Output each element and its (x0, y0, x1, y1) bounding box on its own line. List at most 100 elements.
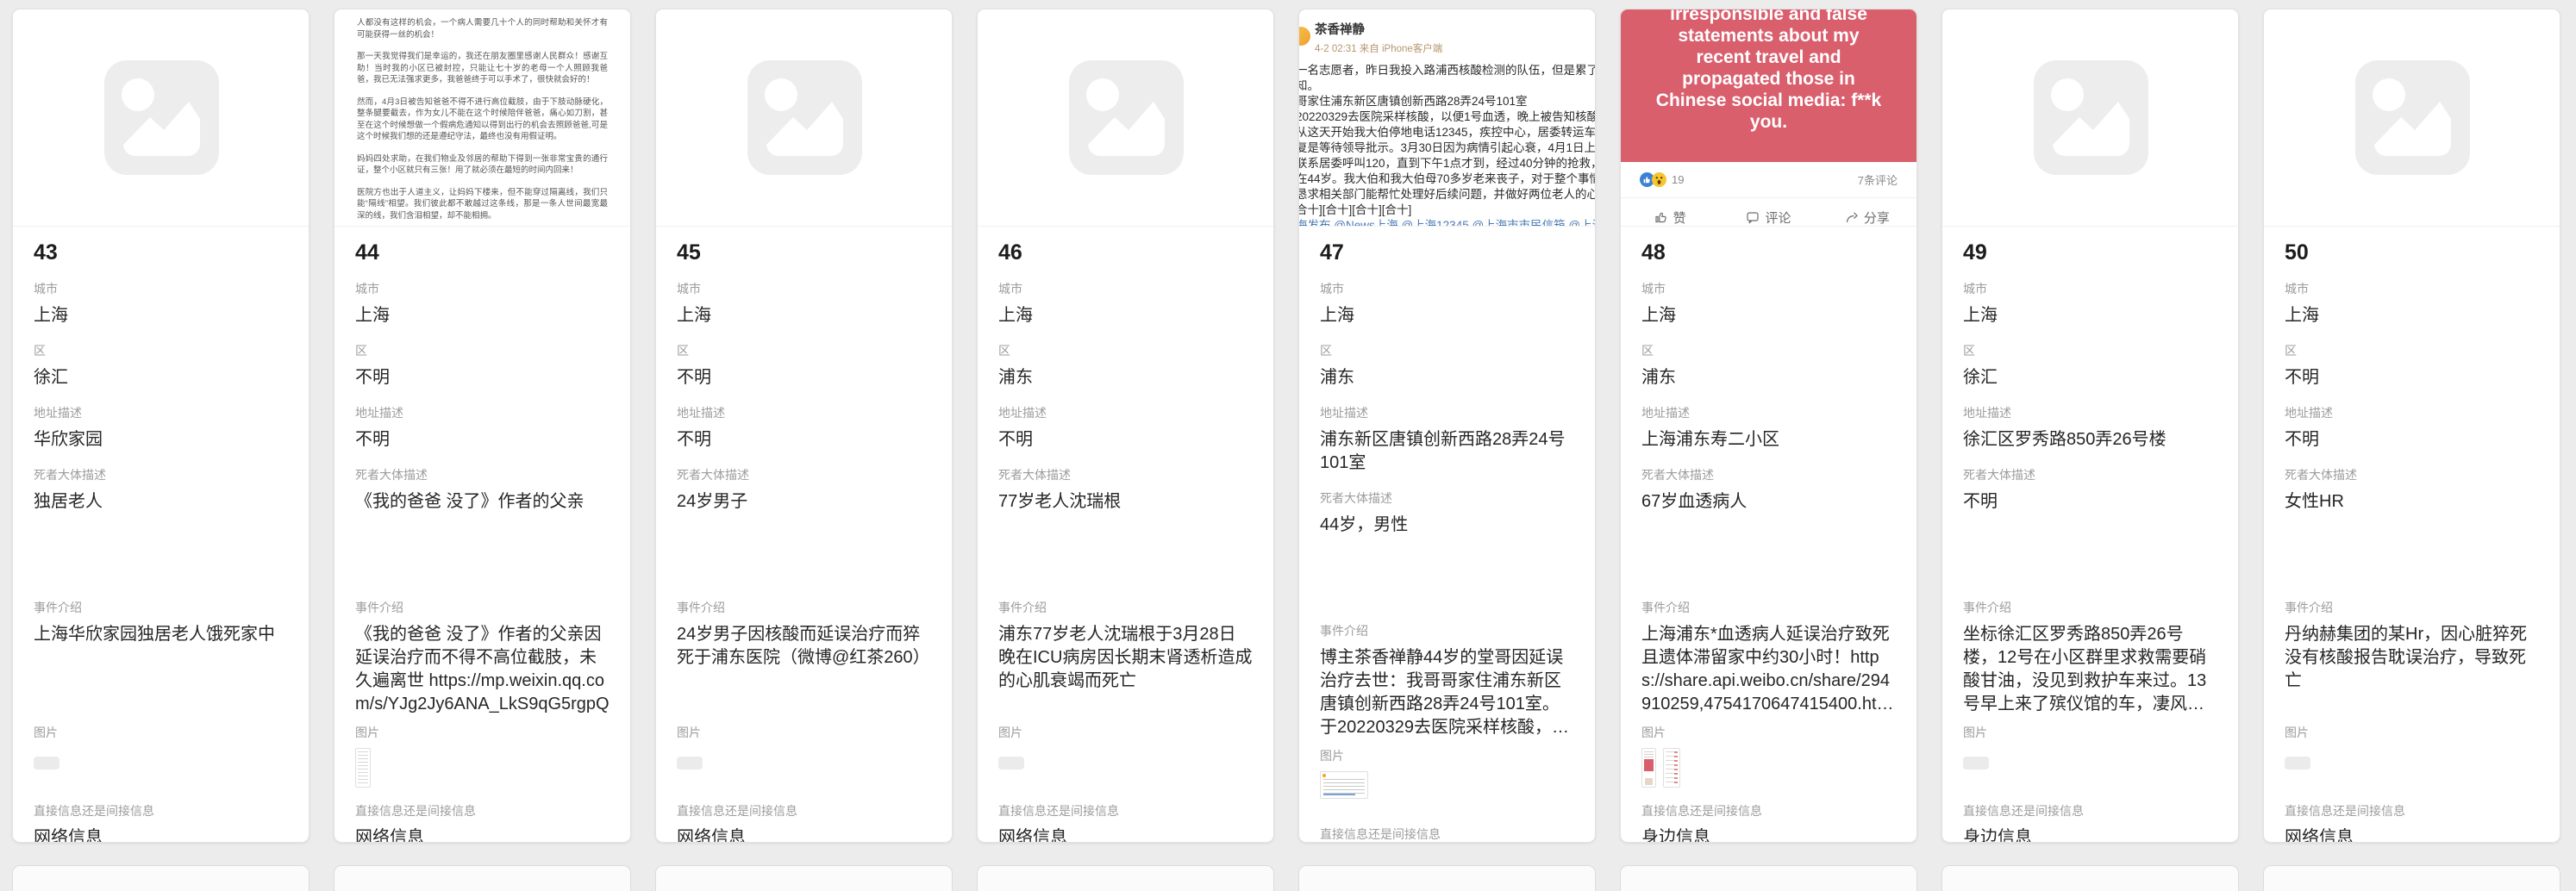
field-address: 地址描述上海浦东寿二小区 (1641, 405, 1896, 452)
record-card-48[interactable]: irresponsible and falsestatements about … (1620, 9, 1917, 843)
city-value: 上海 (677, 304, 931, 327)
comment-button[interactable]: 评论 (1719, 198, 1817, 227)
field-label-event: 事件介绍 (1641, 600, 1896, 616)
record-card-45[interactable]: 45 城市上海 区不明 地址描述不明 死者大体描述24岁男子 事件介绍24岁男子… (655, 9, 953, 843)
card-cover[interactable] (2264, 9, 2560, 227)
comment-count[interactable]: 7条评论 (1858, 171, 1898, 188)
field-label-direct: 直接信息还是间接信息 (355, 803, 610, 819)
field-district: 区徐汇 (34, 343, 288, 389)
image-thumbnail[interactable] (1320, 771, 1368, 799)
record-number: 49 (1963, 240, 2217, 265)
record-card-partial[interactable] (2263, 865, 2560, 891)
field-label-address: 地址描述 (2285, 405, 2539, 421)
field-label-deceased: 死者大体描述 (1641, 467, 1896, 483)
field-event: 事件介绍博主茶香禅静44岁的堂哥因延误治疗去世：我哥哥家住浦东新区唐镇创新西路2… (1320, 623, 1574, 739)
field-label-address: 地址描述 (677, 405, 931, 421)
event-value: 《我的爸爸 没了》作者的父亲因延误治疗而不得不高位截肢，未久遍离世 https:… (355, 623, 610, 716)
image-thumbnail[interactable] (2285, 757, 2310, 770)
address-value: 不明 (998, 428, 1253, 452)
city-value: 上海 (998, 304, 1253, 327)
city-value: 上海 (1641, 304, 1896, 327)
weibo-post-text: 一名志愿者，昨日我投入路浦西核酸检测的队伍，但是累了一天后晚上接知。哥家住浦东新… (1299, 63, 1595, 218)
field-address: 地址描述不明 (677, 405, 931, 452)
field-event: 事件介绍《我的爸爸 没了》作者的父亲因延误治疗而不得不高位截肢，未久遍离世 ht… (355, 600, 610, 716)
field-label-image: 图片 (34, 725, 288, 741)
card-cover[interactable] (656, 9, 952, 227)
field-label-address: 地址描述 (998, 405, 1253, 421)
field-event: 事件介绍浦东77岁老人沈瑞根于3月28日晚在ICU病房因长期末肾透析造成的心肌衰… (998, 600, 1253, 716)
record-card-50[interactable]: 50 城市上海 区不明 地址描述不明 死者大体描述女性HR 事件介绍丹纳赫集团的… (2263, 9, 2560, 843)
record-card-43[interactable]: 43 城市上海 区徐汇 地址描述华欣家园 死者大体描述独居老人 事件介绍上海华欣… (12, 9, 309, 843)
record-card-partial[interactable] (977, 865, 1274, 891)
image-thumbnail[interactable] (1963, 757, 1989, 770)
card-cover[interactable] (1942, 9, 2238, 227)
event-value: 丹纳赫集团的某Hr，因心脏猝死没有核酸报告耽误治疗，导致死亡 (2285, 623, 2539, 716)
field-label-image: 图片 (1320, 748, 1574, 764)
deceased-value: 44岁，男性 (1320, 514, 1574, 537)
field-direct: 直接信息还是间接信息身边信息 (1641, 803, 1896, 843)
city-value: 上海 (34, 304, 288, 327)
field-label-direct: 直接信息还是间接信息 (677, 803, 931, 819)
image-thumbnails (2285, 748, 2539, 789)
city-value: 上海 (355, 304, 610, 327)
gallery-board: 43 城市上海 区徐汇 地址描述华欣家园 死者大体描述独居老人 事件介绍上海华欣… (12, 9, 2560, 843)
image-thumbnails (998, 748, 1253, 789)
record-card-partial[interactable] (1298, 865, 1596, 891)
record-number: 45 (677, 240, 931, 265)
image-thumbnail[interactable] (998, 757, 1024, 770)
field-label-city: 城市 (1320, 281, 1574, 297)
image-thumbnail[interactable] (1641, 748, 1656, 788)
direct-value: 网络信息 (677, 826, 931, 843)
card-cover[interactable]: 人都没有这样的机会，一个病人需要几十个人的同时帮助和关怀才有可能获得一丝的机会！… (335, 9, 630, 227)
deceased-value: 67岁血透病人 (1641, 490, 1896, 514)
record-card-partial[interactable] (1620, 865, 1917, 891)
record-card-partial[interactable] (655, 865, 953, 891)
card-cover[interactable] (978, 9, 1273, 227)
record-number: 44 (355, 240, 610, 265)
record-card-47[interactable]: 茶香禅静 4-2 02:31 来自 iPhone客户端 一名志愿者，昨日我投入路… (1298, 9, 1596, 843)
image-thumbnails (1641, 748, 1896, 789)
field-label-deceased: 死者大体描述 (34, 467, 288, 483)
record-card-46[interactable]: 46 城市上海 区浦东 地址描述不明 死者大体描述77岁老人沈瑞根 事件介绍浦东… (977, 9, 1274, 843)
image-placeholder-icon (1069, 60, 1184, 175)
record-card-44[interactable]: 人都没有这样的机会，一个病人需要几十个人的同时帮助和关怀才有可能获得一丝的机会！… (334, 9, 631, 843)
field-district: 区不明 (677, 343, 931, 389)
next-row-cards (12, 865, 2560, 891)
field-label-event: 事件介绍 (998, 600, 1253, 616)
field-label-deceased: 死者大体描述 (1963, 467, 2217, 483)
record-card-partial[interactable] (334, 865, 631, 891)
image-thumbnail[interactable] (677, 757, 703, 770)
field-district: 区浦东 (1320, 343, 1574, 389)
field-label-district: 区 (355, 343, 610, 359)
field-label-direct: 直接信息还是间接信息 (34, 803, 288, 819)
field-district: 区浦东 (998, 343, 1253, 389)
district-value: 浦东 (998, 366, 1253, 389)
like-button[interactable]: 赞 (1621, 198, 1719, 227)
card-cover-social-screenshot[interactable]: irresponsible and falsestatements about … (1621, 9, 1916, 227)
image-thumbnail[interactable] (1663, 748, 1680, 788)
record-card-partial[interactable] (12, 865, 309, 891)
field-deceased: 死者大体描述女性HR (2285, 467, 2539, 514)
event-value: 上海浦东*血透病人延误治疗致死且遗体滞留家中约30小时！https://shar… (1641, 623, 1896, 716)
record-card-49[interactable]: 49 城市上海 区徐汇 地址描述徐汇区罗秀路850弄26号楼 死者大体描述不明 … (1941, 9, 2239, 843)
card-cover-weibo-screenshot[interactable]: 茶香禅静 4-2 02:31 来自 iPhone客户端 一名志愿者，昨日我投入路… (1299, 9, 1595, 227)
share-button[interactable]: 分享 (1818, 198, 1916, 227)
field-label-deceased: 死者大体描述 (998, 467, 1253, 483)
field-label-district: 区 (998, 343, 1253, 359)
image-thumbnail[interactable] (34, 757, 59, 770)
card-cover[interactable] (13, 9, 309, 227)
district-value: 浦东 (1641, 366, 1896, 389)
field-district: 区不明 (2285, 343, 2539, 389)
image-thumbnails (34, 748, 288, 789)
field-address: 地址描述华欣家园 (34, 405, 288, 452)
record-card-partial[interactable] (1941, 865, 2239, 891)
district-value: 不明 (2285, 366, 2539, 389)
field-label-city: 城市 (998, 281, 1253, 297)
district-value: 徐汇 (1963, 366, 2217, 389)
image-thumbnails (1963, 748, 2217, 789)
field-deceased: 死者大体描述不明 (1963, 467, 2217, 514)
image-thumbnail[interactable] (355, 748, 371, 788)
direct-value: 身边信息 (1963, 826, 2217, 843)
record-number: 48 (1641, 240, 1896, 265)
event-value: 博主茶香禅静44岁的堂哥因延误治疗去世：我哥哥家住浦东新区唐镇创新西路28弄24… (1320, 646, 1574, 739)
